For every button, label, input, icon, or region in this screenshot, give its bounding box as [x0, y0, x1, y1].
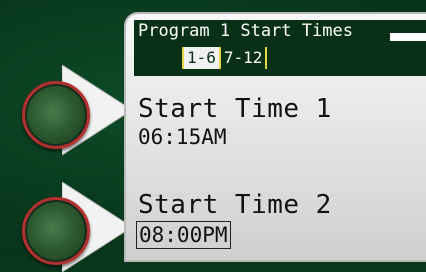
start-time-1-value[interactable]: 06:15AM: [136, 124, 229, 150]
header-bar: Program 1 Start Times 1-6 7-12: [134, 20, 426, 76]
lcd-screen: Program 1 Start Times 1-6 7-12 Start Tim…: [124, 12, 426, 262]
title-rule: [390, 33, 426, 41]
softkey-1-button[interactable]: [22, 81, 90, 149]
start-time-2-label: Start Time 2: [138, 190, 332, 220]
tab-strip: 1-6 7-12: [182, 46, 268, 70]
program-title: Program 1 Start Times: [138, 21, 353, 41]
softkey-2-button[interactable]: [22, 197, 90, 265]
start-time-2-value[interactable]: 08:00PM: [136, 221, 231, 249]
tab-separator: [265, 47, 268, 69]
tab-7-12[interactable]: 7-12: [221, 47, 266, 69]
start-time-1-label: Start Time 1: [138, 94, 332, 124]
tab-1-6[interactable]: 1-6: [184, 47, 219, 69]
